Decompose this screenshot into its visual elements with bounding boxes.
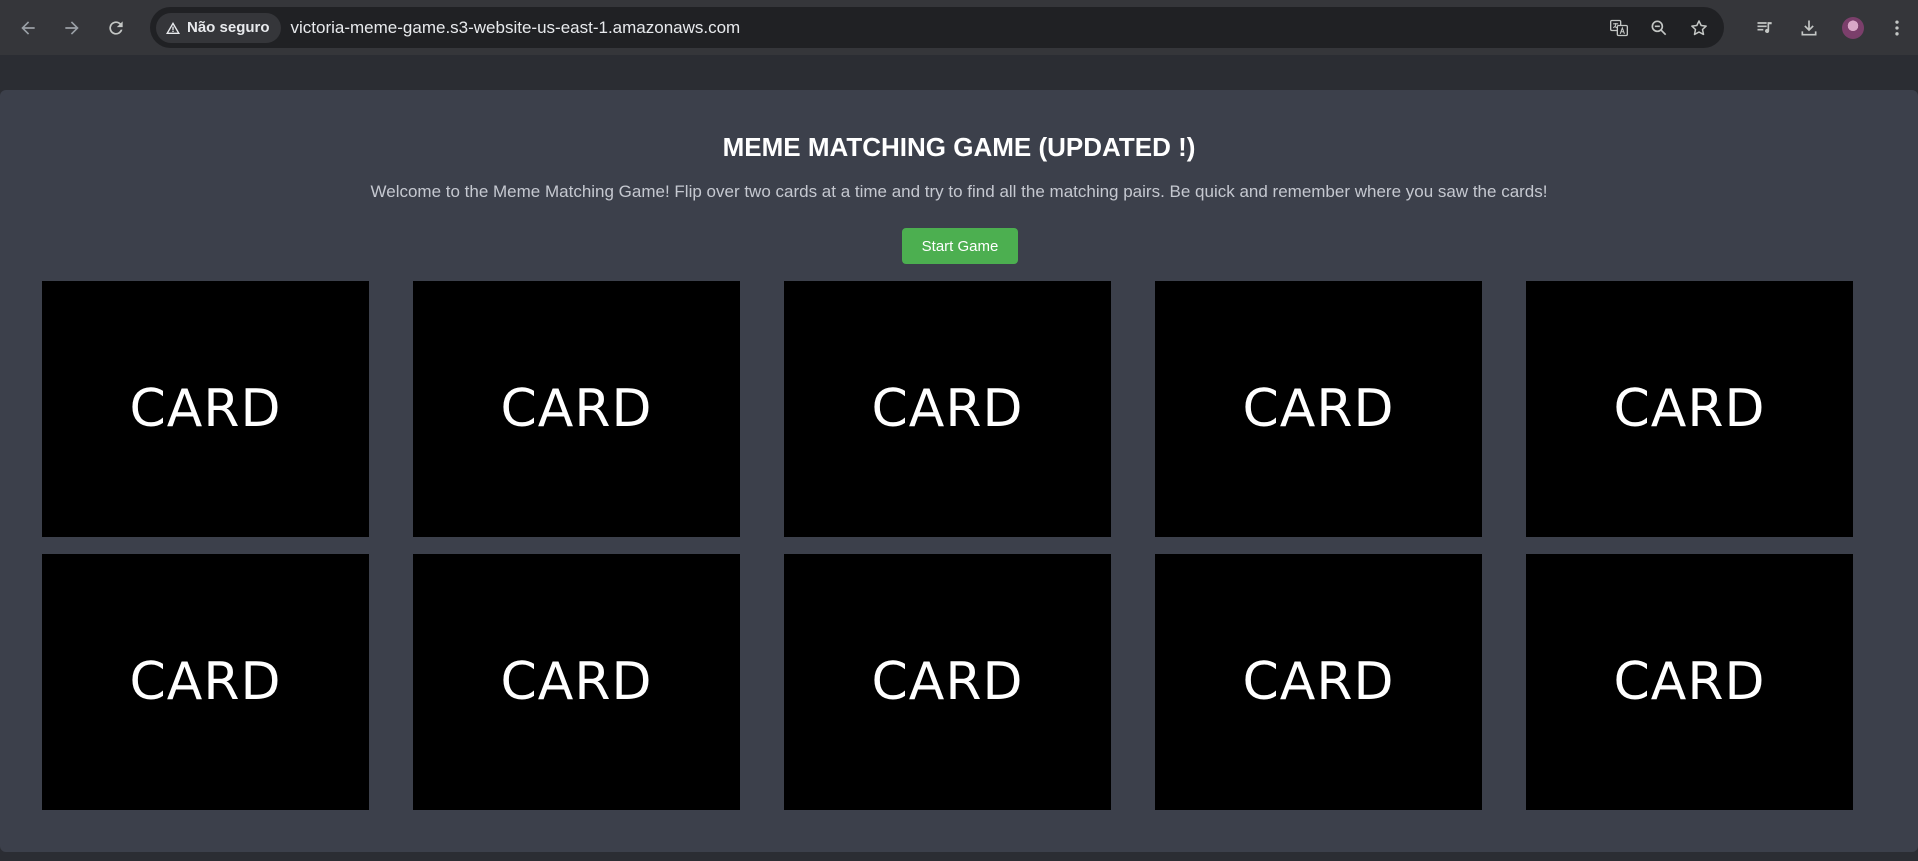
card-label: CARD <box>129 652 282 712</box>
browser-toolbar: Não seguro victoria-meme-game.s3-website… <box>0 0 1918 55</box>
page-title: MEME MATCHING GAME (UPDATED !) <box>722 132 1196 162</box>
card-label: CARD <box>1242 652 1395 712</box>
star-icon[interactable] <box>1688 17 1710 39</box>
address-bar[interactable]: Não seguro victoria-meme-game.s3-website… <box>150 7 1724 48</box>
translate-icon[interactable] <box>1608 17 1630 39</box>
game-card[interactable]: CARD <box>1526 554 1853 810</box>
more-vert-icon[interactable] <box>1886 17 1908 39</box>
download-icon[interactable] <box>1798 17 1820 39</box>
game-card[interactable]: CARD <box>1155 554 1482 810</box>
card-label: CARD <box>1613 652 1766 712</box>
game-card[interactable]: CARD <box>413 281 740 537</box>
media-queue-icon[interactable] <box>1754 17 1776 39</box>
card-grid: CARD CARD CARD CARD CARD CARD CARD CARD … <box>42 281 1853 810</box>
game-instructions: Welcome to the Meme Matching Game! Flip … <box>370 182 1548 201</box>
card-label: CARD <box>500 652 653 712</box>
security-indicator[interactable]: Não seguro <box>156 12 281 43</box>
game-card[interactable]: CARD <box>413 554 740 810</box>
card-label: CARD <box>1242 379 1395 439</box>
profile-avatar[interactable] <box>1842 16 1864 39</box>
game-card[interactable]: CARD <box>42 281 369 537</box>
zoom-out-icon[interactable] <box>1648 17 1670 39</box>
forward-arrow-icon[interactable] <box>50 6 94 50</box>
warning-icon <box>166 21 180 34</box>
card-label: CARD <box>871 379 1024 439</box>
game-card[interactable]: CARD <box>1155 281 1482 537</box>
security-label: Não seguro <box>187 19 270 36</box>
game-card[interactable]: CARD <box>784 281 1111 537</box>
card-label: CARD <box>500 379 653 439</box>
start-game-button[interactable]: Start Game <box>902 228 1018 264</box>
card-label: CARD <box>871 652 1024 712</box>
card-label: CARD <box>1613 379 1766 439</box>
game-card[interactable]: CARD <box>42 554 369 810</box>
back-arrow-icon[interactable] <box>6 6 50 50</box>
game-card[interactable]: CARD <box>1526 281 1853 537</box>
game-card[interactable]: CARD <box>784 554 1111 810</box>
url-text[interactable]: victoria-meme-game.s3-website-us-east-1.… <box>291 18 741 38</box>
reload-icon[interactable] <box>94 6 138 50</box>
card-label: CARD <box>129 379 282 439</box>
